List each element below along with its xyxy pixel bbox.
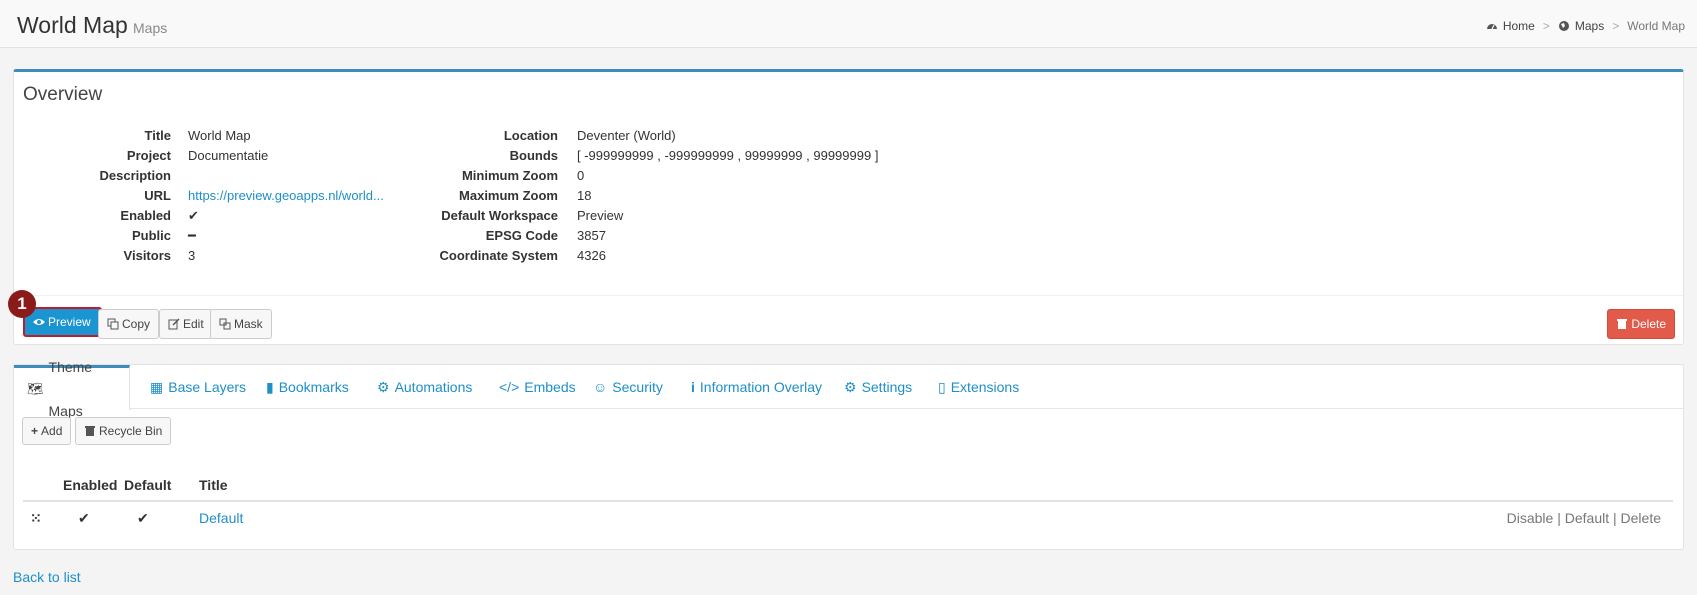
property-enabled: Enabled ✔ [14,206,414,226]
property-location: Location Deventer (World) [503,128,676,143]
copy-icon [107,318,119,330]
dashboard-icon [1486,24,1497,30]
plus-icon: + [31,424,39,438]
property-visitors: Visitors 3 [123,248,196,263]
breadcrumb-current: World Map [1627,19,1685,33]
property-public: Public ━ [14,226,414,246]
trash-icon [85,426,95,436]
delete-map-button[interactable]: Delete [1607,309,1675,339]
column-header-default[interactable]: Default [124,477,171,493]
check-icon: ✔ [137,510,149,526]
bookmark-icon: ▮ [266,379,274,395]
check-icon: ✔ [188,208,199,223]
trash-icon [1617,319,1628,329]
theme-map-title-link[interactable]: Default [199,510,243,526]
table-header-divider [23,500,1673,502]
check-icon: ✔ [78,510,90,526]
recycle-bin-button[interactable]: Recycle Bin [75,417,172,445]
page-subtitle: Maps [133,20,168,36]
gear-icon: ⚙ [844,379,857,395]
tab-bar: 🗺 Theme Maps ▦ Base Layers ▮ Bookmarks ⚙… [14,359,1683,419]
step-marker: 1 [8,290,36,318]
url-link[interactable]: https://preview.geoapps.nl/world... [188,186,384,206]
mask-button[interactable]: Mask [210,309,272,339]
property-title: Title World Map [144,128,251,143]
tab-embeds[interactable]: </> Embeds [499,365,576,409]
object-ungroup-icon [219,318,231,330]
breadcrumb: Home > Maps > World Map [1486,19,1685,33]
minus-icon: ━ [188,228,196,243]
tab-bookmarks[interactable]: ▮ Bookmarks [266,365,349,409]
globe-icon [1558,21,1569,31]
edit-button[interactable]: Edit [159,309,213,339]
breadcrumb-separator: > [1542,19,1550,33]
breadcrumb-separator: > [1612,19,1620,33]
property-project: Project Documentatie [126,148,269,163]
page-title: World Map [17,12,128,38]
info-icon: i [691,379,695,395]
breadcrumb-maps[interactable]: Maps [1575,19,1604,33]
property-description: Description [99,168,171,183]
property-default-workspace: Default Workspace Preview [441,208,624,223]
breadcrumb-home[interactable]: Home [1503,19,1535,33]
tab-information-overlay[interactable]: i Information Overlay [691,365,822,409]
tab-theme-maps[interactable]: 🗺 Theme Maps [14,359,130,419]
property-epsg-code: EPSG Code 3857 [485,228,606,243]
property-coordinate-system: Coordinate System 4326 [439,248,606,263]
column-header-enabled[interactable]: Enabled [63,477,117,493]
page-header: World Map Maps Home > Maps > World Map [0,0,1697,48]
eye-icon [33,319,45,325]
drag-handle-icon[interactable]: ⁙ [30,510,42,527]
map-fill-icon: ▦ [150,379,164,395]
back-to-list-link[interactable]: Back to list [13,569,81,585]
tab-settings[interactable]: ⚙ Settings [844,365,912,409]
cogs-icon: ⚙ [377,379,390,395]
edit-icon [168,318,180,330]
preview-button[interactable]: Preview [23,307,102,337]
book-icon: ▯ [938,379,946,395]
map-icon: 🗺 [27,381,44,396]
property-max-zoom: Maximum Zoom 18 [459,188,592,203]
tab-automations[interactable]: ⚙ Automations [377,365,472,409]
overview-left-properties: Title World Map Project Documentatie Descr… [14,126,414,266]
column-header-title[interactable]: Title [199,477,228,493]
property-min-zoom: Minimum Zoom 0 [461,168,585,183]
box-footer-divider [14,295,1683,296]
code-icon: </> [499,379,520,395]
users-icon: ☺ [593,379,608,395]
tab-base-layers[interactable]: ▦ Base Layers [150,365,246,409]
property-url: URL https://preview.geoapps.nl/world... [14,186,414,206]
overview-title: Overview [23,84,103,105]
row-actions[interactable]: Disable | Default | Delete [1507,510,1661,526]
copy-button[interactable]: Copy [98,309,160,339]
overview-box: Overview Title World Map Project Documenta… [13,69,1684,345]
add-theme-map-button[interactable]: + Add [22,417,72,445]
tabs-box: 🗺 Theme Maps ▦ Base Layers ▮ Bookmarks ⚙… [13,359,1684,550]
tab-security[interactable]: ☺ Security [593,365,663,409]
tab-extensions[interactable]: ▯ Extensions [938,365,1019,409]
overview-right-properties: Location Deventer (World) Bounds[ -999999… [414,126,1014,266]
property-bounds: Bounds[ -999999999 , -999999999 , 999999… [509,148,879,163]
